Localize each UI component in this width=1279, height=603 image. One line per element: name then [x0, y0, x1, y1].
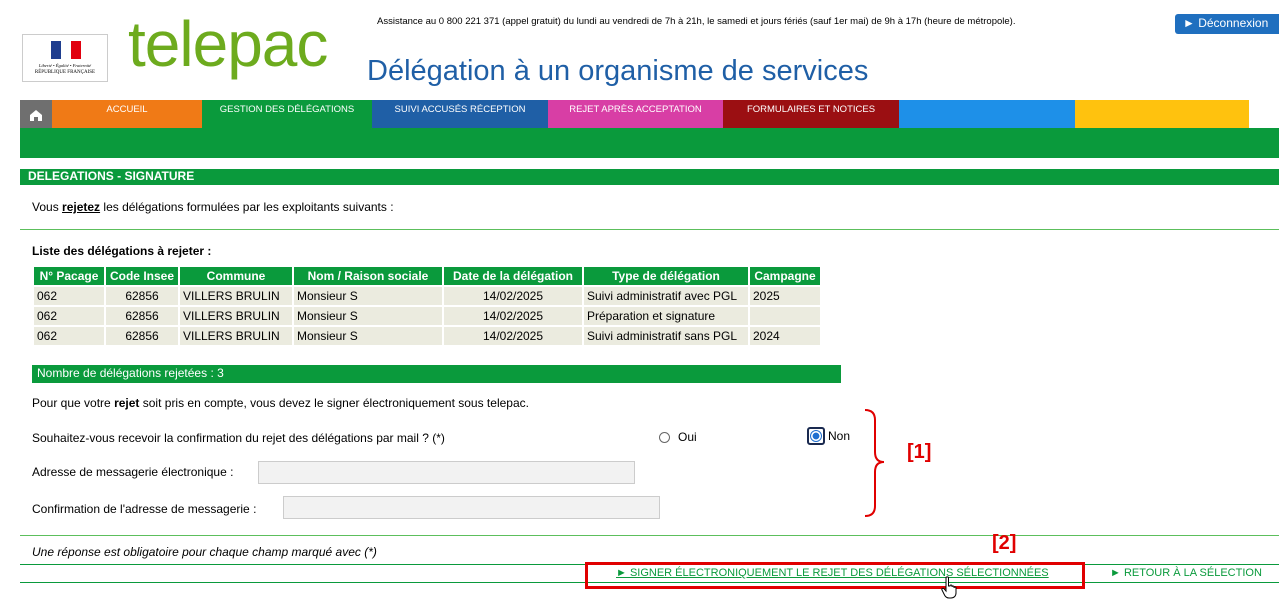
- section-title: DELEGATIONS - SIGNATURE: [20, 169, 1279, 185]
- delegations-table: N° Pacage Code Insee Commune Nom / Raiso…: [32, 265, 822, 347]
- col-pacage: N° Pacage: [34, 267, 104, 285]
- main-nav: ACCUEIL GESTION DES DÉLÉGATIONS SUIVI AC…: [20, 100, 1279, 128]
- rejet-instructions: Pour que votre rejet soit pris en compte…: [32, 396, 529, 410]
- nav-home[interactable]: [20, 100, 52, 128]
- divider: [20, 229, 1279, 230]
- nav-gestion-delegations[interactable]: GESTION DES DÉLÉGATIONS: [202, 100, 372, 128]
- nav-item-blue[interactable]: [899, 100, 1075, 128]
- french-flag-icon: [51, 41, 81, 59]
- logo-republique: RÉPUBLIQUE FRANÇAISE: [34, 70, 96, 75]
- mail-question: Souhaitez-vous recevoir la confirmation …: [32, 431, 445, 445]
- cell-campagne: [750, 307, 820, 325]
- table-header-row: N° Pacage Code Insee Commune Nom / Raiso…: [34, 267, 820, 285]
- sign-rejection-link[interactable]: ► SIGNER ÉLECTRONIQUEMENT LE REJET DES D…: [616, 567, 1049, 579]
- cell-campagne: 2025: [750, 287, 820, 305]
- telepac-brand: telepac: [128, 8, 328, 80]
- cell-nom: Monsieur S: [294, 287, 442, 305]
- col-date: Date de la délégation: [444, 267, 582, 285]
- nav-item-yellow[interactable]: [1075, 100, 1249, 128]
- cell-nom: Monsieur S: [294, 327, 442, 345]
- logout-button[interactable]: ► Déconnexion: [1175, 14, 1279, 34]
- cell-date: 14/02/2025: [444, 287, 582, 305]
- radio-non-label: Non: [828, 429, 851, 443]
- annotation-2: [2]: [992, 532, 1017, 554]
- email-field[interactable]: [258, 461, 635, 484]
- republique-francaise-logo: Liberté • Égalité • Fraternité RÉPUBLIQU…: [22, 34, 108, 82]
- delegation-count: Nombre de délégations rejetées : 3: [32, 365, 841, 383]
- radio-non[interactable]: [810, 430, 822, 442]
- nav-rejet-apres-acceptation[interactable]: REJET APRÈS ACCEPTATION: [548, 100, 723, 128]
- col-nom: Nom / Raison sociale: [294, 267, 442, 285]
- email-confirm-label: Confirmation de l'adresse de messagerie …: [32, 502, 257, 516]
- annotation-1: [1]: [907, 441, 932, 463]
- cell-type: Préparation et signature: [584, 307, 748, 325]
- cell-campagne: 2024: [750, 327, 820, 345]
- back-to-selection-link[interactable]: ► RETOUR À LA SÉLECTION: [1110, 567, 1262, 579]
- col-commune: Commune: [180, 267, 292, 285]
- cell-pacage: 062: [34, 327, 104, 345]
- list-title: Liste des délégations à rejeter :: [32, 244, 212, 258]
- required-note: Une réponse est obligatoire pour chaque …: [32, 545, 377, 559]
- nav-suivi-accuses[interactable]: SUIVI ACCUSÉS RÉCEPTION: [372, 100, 548, 128]
- assistance-text: Assistance au 0 800 221 371 (appel gratu…: [377, 16, 1016, 27]
- col-campagne: Campagne: [750, 267, 820, 285]
- radio-oui[interactable]: [659, 432, 670, 443]
- cell-date: 14/02/2025: [444, 327, 582, 345]
- bracket-annotation-icon: [864, 409, 885, 517]
- nav-accueil[interactable]: ACCUEIL: [52, 100, 202, 128]
- table-row: 062 62856 VILLERS BRULIN Monsieur S 14/0…: [34, 307, 820, 325]
- cell-insee: 62856: [106, 307, 178, 325]
- cell-date: 14/02/2025: [444, 307, 582, 325]
- col-insee: Code Insee: [106, 267, 178, 285]
- nav-formulaires-notices[interactable]: FORMULAIRES ET NOTICES: [723, 100, 899, 128]
- logo-motto: Liberté • Égalité • Fraternité: [38, 63, 92, 68]
- home-icon: [30, 110, 42, 121]
- hand-cursor-icon: [941, 576, 957, 599]
- radio-oui-label: Oui: [678, 430, 697, 444]
- cell-nom: Monsieur S: [294, 307, 442, 325]
- cell-pacage: 062: [34, 307, 104, 325]
- divider: [20, 535, 1279, 536]
- cell-commune: VILLERS BRULIN: [180, 307, 292, 325]
- email-confirm-field[interactable]: [283, 496, 660, 519]
- col-type: Type de délégation: [584, 267, 748, 285]
- email-label: Adresse de messagerie électronique :: [32, 465, 234, 479]
- cell-commune: VILLERS BRULIN: [180, 287, 292, 305]
- cell-insee: 62856: [106, 287, 178, 305]
- cell-type: Suivi administratif avec PGL: [584, 287, 748, 305]
- cell-insee: 62856: [106, 327, 178, 345]
- table-row: 062 62856 VILLERS BRULIN Monsieur S 14/0…: [34, 327, 820, 345]
- cell-commune: VILLERS BRULIN: [180, 327, 292, 345]
- table-row: 062 62856 VILLERS BRULIN Monsieur S 14/0…: [34, 287, 820, 305]
- cell-pacage: 062: [34, 287, 104, 305]
- intro-text: Vous rejetez les délégations formulées p…: [32, 200, 394, 214]
- nav-subbar: [20, 128, 1279, 158]
- cell-type: Suivi administratif sans PGL: [584, 327, 748, 345]
- page-subtitle: Délégation à un organisme de services: [367, 55, 869, 87]
